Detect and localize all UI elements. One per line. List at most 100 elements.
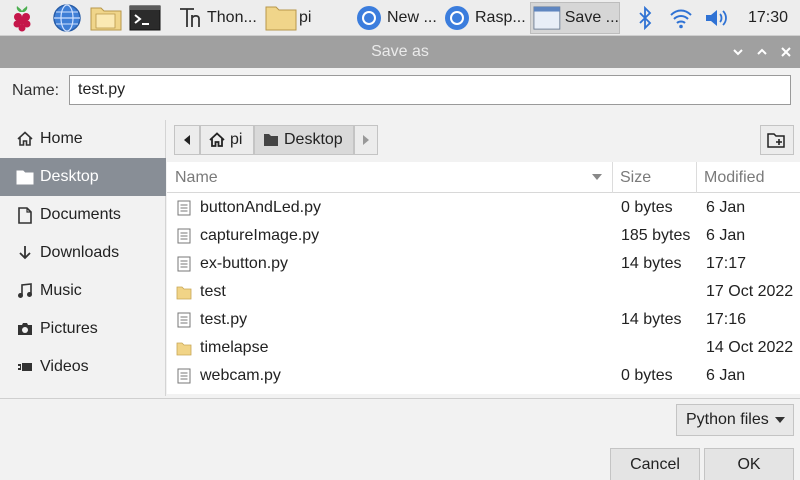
file-size: 14 bytes: [621, 311, 682, 328]
home-icon: [16, 130, 34, 148]
file-size: 0 bytes: [621, 199, 673, 216]
sidebar-item-label: Home: [40, 130, 83, 147]
bluetooth-tray-button[interactable]: [634, 2, 656, 34]
file-manager-folder-icon: [90, 7, 122, 31]
raspberry-menu-button[interactable]: [6, 2, 38, 34]
maximize-button[interactable]: [754, 44, 770, 60]
sidebar-item-music[interactable]: Music: [0, 272, 166, 310]
create-folder-button[interactable]: [760, 125, 794, 155]
filename-input[interactable]: [69, 75, 791, 105]
taskbar-browser-launcher[interactable]: [50, 2, 84, 34]
file-size: 185 bytes: [621, 227, 691, 244]
file-modified: 6 Jan: [706, 227, 746, 244]
wifi-tray-button[interactable]: [668, 2, 694, 34]
column-separator: [612, 162, 613, 193]
taskbar-terminal-launcher[interactable]: [128, 2, 162, 34]
folder-icon: [16, 168, 34, 186]
taskbar-window-pi-folder[interactable]: pi: [263, 2, 353, 34]
sidebar-item-desktop[interactable]: Desktop: [0, 158, 166, 196]
sidebar-item-label: Videos: [40, 358, 89, 375]
sidebar-item-label: Music: [40, 282, 82, 299]
ok-button-label: OK: [737, 456, 761, 473]
web-browser-globe-icon: [53, 4, 81, 32]
taskbar-window-chromium-raspberry[interactable]: Rasp...: [441, 2, 529, 34]
bluetooth-icon: [639, 6, 652, 30]
taskbar-window-label: Save ...: [564, 9, 619, 26]
file-name: test.py: [200, 311, 248, 328]
name-row: Name:: [0, 68, 800, 116]
sidebar-item-videos[interactable]: Videos: [0, 348, 166, 386]
text-file-icon: [177, 312, 191, 328]
dialog-titlebar[interactable]: Save as: [0, 36, 800, 68]
volume-tray-button[interactable]: [704, 2, 732, 34]
taskbar-window-chromium-new-tab[interactable]: New ...: [353, 2, 439, 34]
sidebar-item-documents[interactable]: Documents: [0, 196, 166, 234]
sidebar-item-downloads[interactable]: Downloads: [0, 234, 166, 272]
dialog-title: Save as: [371, 43, 429, 60]
download-icon: [16, 244, 34, 262]
file-type-filter-dropdown[interactable]: Python files: [676, 404, 794, 436]
taskbar-window-label: Rasp...: [475, 9, 526, 26]
file-row-captureimage[interactable]: captureImage.py 185 bytes 6 Jan: [167, 222, 800, 250]
close-icon: [781, 47, 791, 57]
file-name: test: [200, 283, 226, 300]
path-item-desktop[interactable]: Desktop: [254, 125, 354, 155]
column-header-modified[interactable]: Modified: [704, 162, 764, 193]
text-file-icon: [177, 228, 191, 244]
file-row-timelapse-folder[interactable]: timelapse 14 Oct 2022: [167, 334, 800, 362]
chevron-left-icon: [184, 135, 190, 145]
path-forward-button[interactable]: [354, 125, 378, 155]
path-item-pi[interactable]: pi: [200, 125, 254, 155]
window-icon: [533, 6, 561, 30]
taskbar-window-label: pi: [299, 9, 312, 26]
folder-new-icon: [767, 133, 785, 148]
taskbar-window-thonny[interactable]: Thon...: [173, 2, 263, 34]
sidebar-item-home[interactable]: Home: [0, 120, 166, 158]
folder-icon: [176, 286, 192, 300]
file-row-test-folder[interactable]: test 17 Oct 2022: [167, 278, 800, 306]
file-list[interactable]: Name Size Modified buttonAndLed.py 0 byt…: [167, 162, 800, 394]
file-row-ex-button[interactable]: ex-button.py 14 bytes 17:17: [167, 250, 800, 278]
path-back-button[interactable]: [174, 125, 200, 155]
file-modified: 6 Jan: [706, 367, 746, 384]
file-row-test-py[interactable]: test.py 14 bytes 17:16: [167, 306, 800, 334]
taskbar-file-manager-launcher[interactable]: [88, 2, 124, 34]
cancel-button-label: Cancel: [630, 456, 680, 473]
text-file-icon: [177, 200, 191, 216]
raspberry-menu-icon: [13, 6, 31, 32]
taskbar-window-save-as[interactable]: Save ...: [530, 2, 620, 34]
file-modified: 17:17: [706, 255, 747, 272]
file-list-header: Name Size Modified: [167, 162, 800, 193]
text-file-icon: [177, 256, 191, 272]
sidebar-item-pictures[interactable]: Pictures: [0, 310, 166, 348]
chevron-up-icon: [757, 48, 767, 55]
places-sidebar: Home Desktop Documents Downloads Music P…: [0, 120, 166, 396]
chevron-right-icon: [363, 135, 369, 145]
taskbar-clock[interactable]: 17:30: [748, 0, 788, 36]
ok-button[interactable]: OK: [704, 448, 794, 480]
sidebar-item-label: Documents: [40, 206, 121, 223]
column-header-name[interactable]: Name: [175, 162, 218, 193]
close-button[interactable]: [778, 44, 794, 60]
camera-icon: [16, 320, 34, 338]
file-name: captureImage.py: [200, 227, 320, 244]
file-size: 14 bytes: [621, 255, 682, 272]
cancel-button[interactable]: Cancel: [610, 448, 700, 480]
minimize-button[interactable]: [730, 44, 746, 60]
home-icon: [209, 132, 225, 147]
file-size: 0 bytes: [621, 367, 673, 384]
file-modified: 14 Oct 2022: [706, 339, 794, 356]
file-modified: 17:16: [706, 311, 747, 328]
file-row-webcam[interactable]: webcam.py 0 bytes 6 Jan: [167, 362, 800, 390]
volume-icon: [706, 10, 727, 26]
file-name: buttonAndLed.py: [200, 199, 321, 216]
file-modified: 17 Oct 2022: [706, 283, 794, 300]
file-row-buttonandled[interactable]: buttonAndLed.py 0 bytes 6 Jan: [167, 194, 800, 222]
column-header-size[interactable]: Size: [620, 162, 651, 193]
file-name: webcam.py: [200, 367, 281, 384]
taskbar-window-label: Thon...: [207, 9, 257, 26]
chromium-icon: [357, 6, 381, 30]
path-item-label: Desktop: [284, 131, 343, 148]
sidebar-item-label: Desktop: [40, 168, 99, 185]
path-item-label: pi: [230, 131, 243, 148]
